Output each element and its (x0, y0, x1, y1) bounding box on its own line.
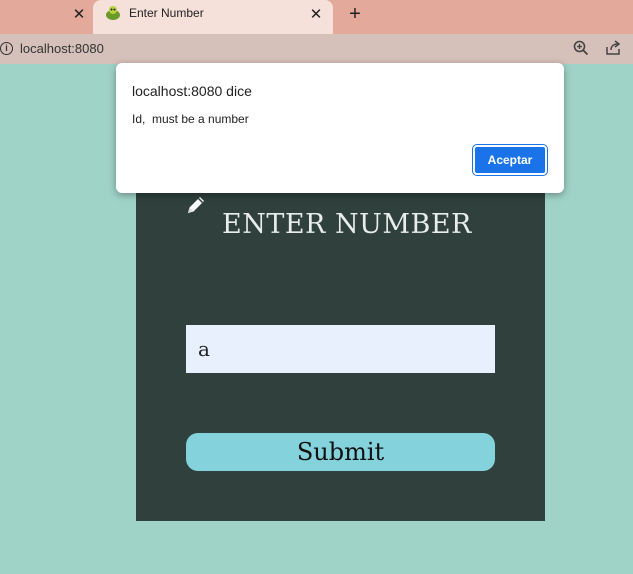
share-icon[interactable] (604, 39, 622, 57)
url-field[interactable]: localhost:8080 (20, 41, 104, 56)
close-icon[interactable]: ✕ (70, 6, 88, 24)
pencil-icon (184, 193, 208, 217)
alert-title: localhost:8080 dice (132, 83, 252, 99)
zoom-icon[interactable] (572, 39, 590, 57)
favicon-icon (104, 4, 122, 22)
tab-strip: ✕ Enter Number ✕ + (0, 0, 633, 34)
accept-button[interactable]: Aceptar (472, 144, 548, 176)
tab-enter-number[interactable]: Enter Number ✕ (93, 0, 333, 34)
address-bar: i localhost:8080 (0, 34, 633, 64)
tab-title: Enter Number (129, 6, 204, 20)
alert-message: Id, must be a number (132, 112, 249, 126)
page-title: ENTER NUMBER (222, 209, 472, 240)
number-input[interactable] (186, 325, 495, 373)
alert-dialog: localhost:8080 dice Id, must be a number… (116, 63, 564, 193)
info-icon[interactable]: i (0, 42, 13, 55)
submit-button[interactable]: Submit (186, 433, 495, 471)
close-icon[interactable]: ✕ (307, 6, 325, 24)
enter-number-card: ENTER NUMBER Submit (136, 185, 545, 521)
new-tab-button[interactable]: + (343, 3, 367, 25)
